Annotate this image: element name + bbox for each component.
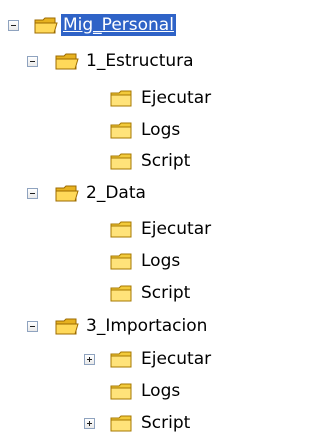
tree-node-child[interactable]: Logs: [110, 248, 252, 275]
tree-child-label[interactable]: Ejecutar: [141, 218, 211, 240]
folder-icon: [110, 349, 134, 369]
tree-child-label[interactable]: Logs: [141, 250, 180, 272]
folder-icon: [110, 120, 134, 140]
tree-child-label[interactable]: Ejecutar: [141, 87, 211, 109]
collapse-toggle-icon[interactable]: [27, 321, 38, 332]
folder-icon: [110, 88, 134, 108]
tree-node-child[interactable]: Logs: [110, 117, 252, 144]
tree-section-label[interactable]: 1_Estructura: [86, 50, 194, 72]
folder-icon: [110, 413, 134, 433]
folder-open-icon: [34, 15, 58, 35]
folder-icon: [110, 151, 134, 171]
folder-open-icon: [55, 316, 79, 336]
tree-node-child[interactable]: Ejecutar: [110, 85, 252, 112]
tree-node-section[interactable]: 1_Estructura: [27, 48, 252, 75]
tree-section-label[interactable]: 3_Importacion: [86, 315, 207, 337]
folder-open-icon: [55, 51, 79, 71]
folder-open-icon: [55, 183, 79, 203]
tree-node-section[interactable]: 2_Data: [27, 180, 252, 207]
tree-node-child[interactable]: Ejecutar: [110, 216, 252, 243]
expand-toggle-icon[interactable]: [84, 418, 95, 429]
tree-child-label[interactable]: Script: [141, 150, 190, 172]
tree-section-label[interactable]: 2_Data: [86, 182, 146, 204]
folder-icon: [110, 283, 134, 303]
tree-node-child[interactable]: Ejecutar: [84, 346, 252, 373]
tree-root-label[interactable]: Mig_Personal: [61, 14, 176, 36]
tree-node-root[interactable]: Mig_Personal: [8, 12, 252, 39]
expand-toggle-icon[interactable]: [84, 354, 95, 365]
folder-icon: [110, 251, 134, 271]
tree-child-label[interactable]: Logs: [141, 380, 180, 402]
tree-node-child[interactable]: Script: [110, 280, 252, 307]
collapse-toggle-icon[interactable]: [8, 20, 19, 31]
tree-node-child[interactable]: Script: [110, 148, 252, 175]
tree-node-section[interactable]: 3_Importacion: [27, 313, 252, 340]
folder-icon: [110, 381, 134, 401]
collapse-toggle-icon[interactable]: [27, 56, 38, 67]
tree-child-label[interactable]: Ejecutar: [141, 348, 211, 370]
tree-child-label[interactable]: Logs: [141, 119, 180, 141]
folder-icon: [110, 219, 134, 239]
tree-child-label[interactable]: Script: [141, 412, 190, 434]
tree-node-child[interactable]: Script: [84, 410, 252, 437]
tree-node-child[interactable]: Logs: [110, 378, 252, 405]
tree-child-label[interactable]: Script: [141, 282, 190, 304]
folder-tree: Mig_Personal 1_Estructura Ejecutar Logs …: [0, 0, 252, 437]
collapse-toggle-icon[interactable]: [27, 188, 38, 199]
